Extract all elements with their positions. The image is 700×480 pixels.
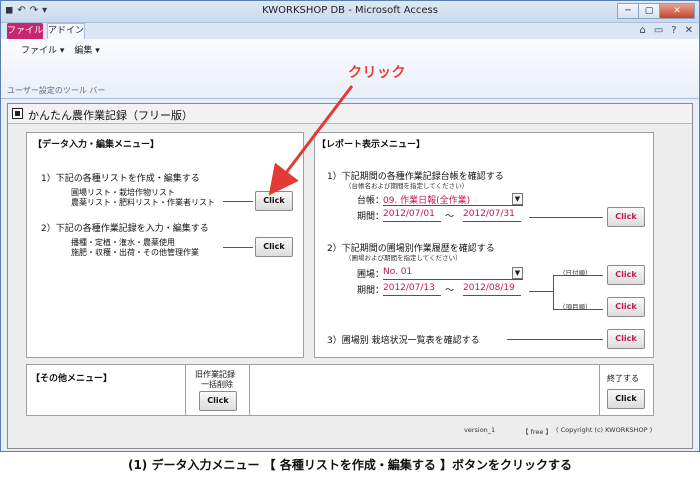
ledger-select-value: 09. 作業日報(全作業) [383,196,471,206]
tab-file[interactable]: ファイル [7,23,43,39]
ribbon-collapse-icon[interactable]: ▭ [654,25,663,36]
form-title: かんたん農作業記録（フリー版） [28,109,193,122]
ribbon-controls: ⌂ ▭ ? ✕ [639,25,693,36]
bulk-delete-button[interactable]: Click [199,391,237,411]
field-dropdown-icon[interactable]: ▼ [512,267,523,279]
report3-leader [507,339,603,340]
report2-tilde: ～ [445,286,455,296]
footer-edition: 【 free 】 [522,428,552,436]
other-menu-title: 【その他メニュー】 [31,374,113,384]
report3-click-button[interactable]: Click [607,329,645,349]
title-bar: ◼ ↶ ↷ ▾ KWORKSHOP DB - Microsoft Access … [1,1,699,23]
ribbon-group-label: ユーザー設定のツール バー [7,86,106,95]
minimize-button[interactable]: ─ [617,3,639,19]
data-entry-panel-title: 【データ入力・編集メニュー】 [33,140,160,150]
report1-from-date[interactable]: 2012/07/01 [383,209,441,222]
other-menu-panel: 【その他メニュー】 旧作業記録 一括削除 Click 終了する Click [26,364,654,416]
form-window: かんたん農作業記録（フリー版） 【データ入力・編集メニュー】 1）下記の各種リス… [7,103,693,449]
field-select[interactable]: No. 01 ▼ [383,267,523,280]
ribbon-menu-file[interactable]: ファイル ▾ [21,43,64,56]
bulk-delete-label-2: 一括削除 [201,380,233,389]
report1-leader [529,217,603,218]
tab-addin[interactable]: アドイン [47,23,85,40]
window-controls: ─ ▢ ✕ [617,3,695,19]
report1-to-date[interactable]: 2012/07/31 [463,209,521,222]
ribbon-menu-edit[interactable]: 編集 ▾ [74,43,99,56]
field-select-value: No. 01 [383,267,413,277]
report2-item-order-button[interactable]: Click [607,297,645,317]
other-divider-2 [249,365,250,415]
report2-to-date[interactable]: 2012/08/19 [463,283,521,296]
click-annotation-label: クリック [348,65,406,81]
screenshot-caption: (1) データ入力メニュー 【 各種リストを作成・編集する 】ボタンをクリックす… [127,458,573,472]
other-divider-1 [185,365,186,415]
data-entry-panel: 【データ入力・編集メニュー】 1）下記の各種リストを作成・編集する 圃場リスト・… [26,132,304,358]
window-title: KWORKSHOP DB - Microsoft Access [262,5,438,16]
ribbon-tabs: ファイル アドイン ⌂ ▭ ? ✕ [1,23,699,40]
maximize-button[interactable]: ▢ [638,3,660,19]
order-item-label: （項目順） [559,303,592,311]
report2-date-order-button[interactable]: Click [607,265,645,285]
form-title-bar: かんたん農作業記録（フリー版） [8,104,692,124]
data-item2-line2: 施肥・収穫・出荷・その他管理作業 [71,248,199,257]
footer-version: version_1 [464,426,496,434]
report-panel-title: 【レポート表示メニュー】 [317,140,426,150]
report1-click-button[interactable]: Click [607,207,645,227]
report-item1-note: （台帳名および期間を指定してください） [345,182,469,190]
data-lists-click-button[interactable]: Click [255,191,293,211]
data-item1-leader [223,201,253,202]
ledger-select[interactable]: 09. 作業日報(全作業) ▼ [383,193,523,206]
footer-copyright: ( Copyright (c) KWORKSHOP ) [556,426,653,434]
data-records-click-button[interactable]: Click [255,237,293,257]
report-item2-note: （圃場および期間を指定してください） [345,254,462,262]
close-button[interactable]: ✕ [659,3,695,19]
ledger-label: 台帳： [357,196,385,206]
report2-from-date[interactable]: 2012/07/13 [383,283,441,296]
form-body: 【データ入力・編集メニュー】 1）下記の各種リストを作成・編集する 圃場リスト・… [8,124,692,448]
data-item1-line2: 農薬リスト・肥料リスト・作業者リスト [71,198,215,207]
ribbon-menu-group: ファイル ▾ 編集 ▾ [21,43,100,56]
help-icon[interactable]: ? [671,25,676,36]
exit-label: 終了する [607,374,639,383]
field-label: 圃場： [357,270,385,280]
ribbon-close-icon[interactable]: ✕ [685,25,693,36]
report2-bracket [553,275,554,309]
data-item1-heading: 1）下記の各種リストを作成・編集する [41,174,200,184]
data-item2-leader [223,247,253,248]
form-icon [12,108,23,119]
other-divider-3 [599,365,600,415]
report2-leader [529,291,553,292]
report2-period-label: 期間： [357,286,385,296]
report-item3-heading: 3）圃場別 栽培状況一覧表を確認する [327,336,480,346]
ledger-dropdown-icon[interactable]: ▼ [512,193,523,205]
screenshot-stage: ◼ ↶ ↷ ▾ KWORKSHOP DB - Microsoft Access … [0,0,700,480]
data-item2-heading: 2）下記の各種作業記録を入力・編集する [41,224,209,234]
exit-button[interactable]: Click [607,389,645,409]
report1-tilde: ～ [445,212,455,222]
report1-period-label: 期間： [357,212,385,222]
ribbon-home-icon[interactable]: ⌂ [639,25,645,36]
order-date-label: （日付順） [559,269,592,277]
report-panel: 【レポート表示メニュー】 1）下記期間の各種作業記録台帳を確認する （台帳名およ… [314,132,654,358]
